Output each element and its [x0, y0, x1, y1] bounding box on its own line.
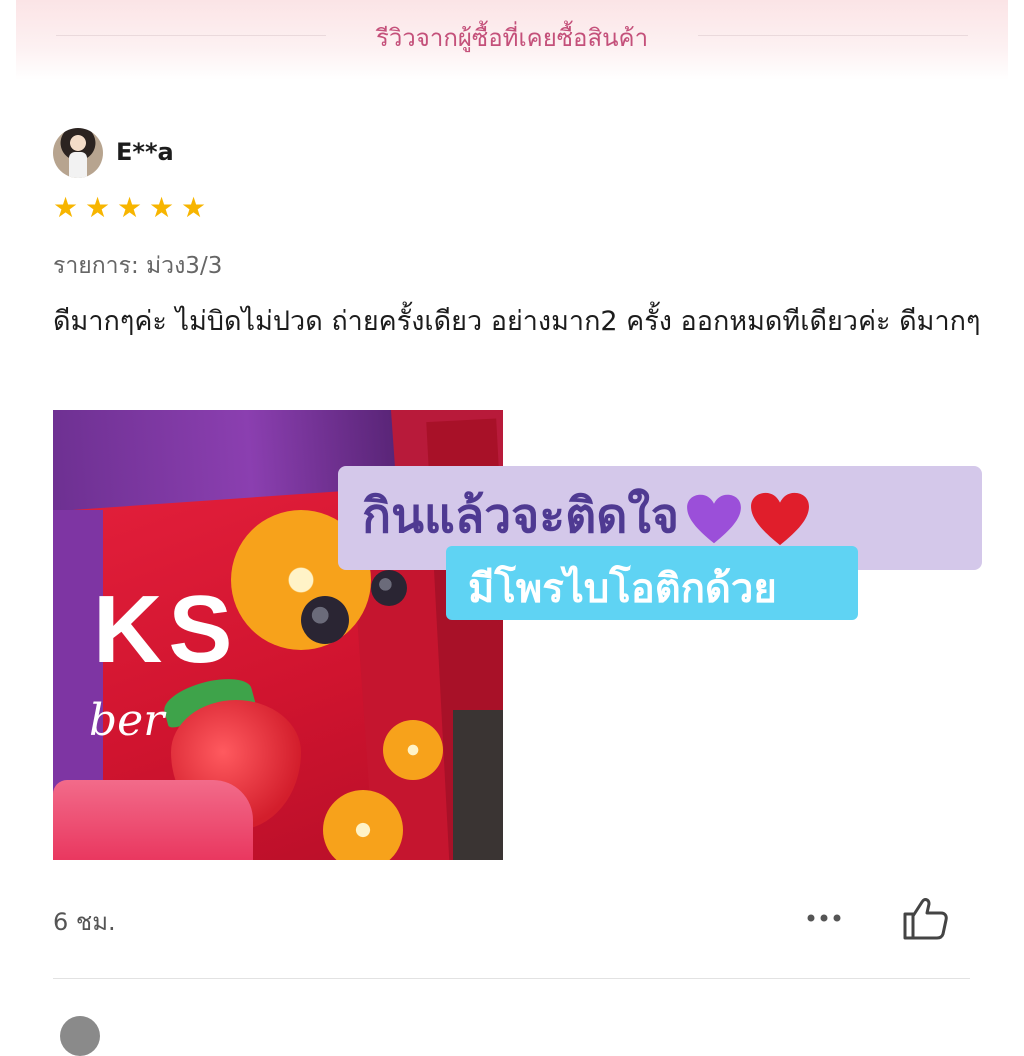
sticker-line-2: มีโพรไบโอติกด้วย	[468, 566, 777, 612]
star-icon: ★	[149, 191, 175, 224]
review-divider	[53, 978, 970, 979]
review-text: ดีมากๆค่ะ ไม่บิดไม่ปวด ถ่ายครั้งเดียว อย…	[53, 306, 981, 337]
star-rating: ★ ★ ★ ★ ★	[53, 194, 209, 222]
review-section-header: รีวิวจากผู้ซื้อที่เคยซื้อสินค้า	[16, 0, 1008, 80]
star-icon: ★	[117, 191, 143, 224]
avatar[interactable]	[53, 128, 103, 178]
header-divider-right	[698, 35, 968, 36]
text-sticker-secondary: มีโพรไบโอติกด้วย	[446, 546, 858, 620]
product-brand-text: KS	[93, 576, 239, 683]
star-icon: ★	[53, 191, 79, 224]
more-dots-icon[interactable]	[803, 902, 845, 932]
sticker-line-1: กินแล้วจะติดใจ	[362, 488, 679, 544]
product-variant: รายการ: ม่วง3/3	[53, 253, 223, 279]
review-timestamp: 6 ชม.	[53, 908, 116, 936]
star-icon: ★	[181, 191, 207, 224]
section-title: รีวิวจากผู้ซื้อที่เคยซื้อสินค้า	[375, 24, 649, 52]
thumbs-up-icon[interactable]	[900, 894, 950, 942]
reviewer-name[interactable]: E**a	[116, 138, 174, 166]
star-icon: ★	[85, 191, 111, 224]
purple-heart-emoji	[687, 494, 741, 544]
next-review-avatar[interactable]	[60, 1016, 100, 1056]
product-brand-subtext: ber	[89, 695, 165, 746]
red-heart-emoji	[751, 492, 809, 546]
